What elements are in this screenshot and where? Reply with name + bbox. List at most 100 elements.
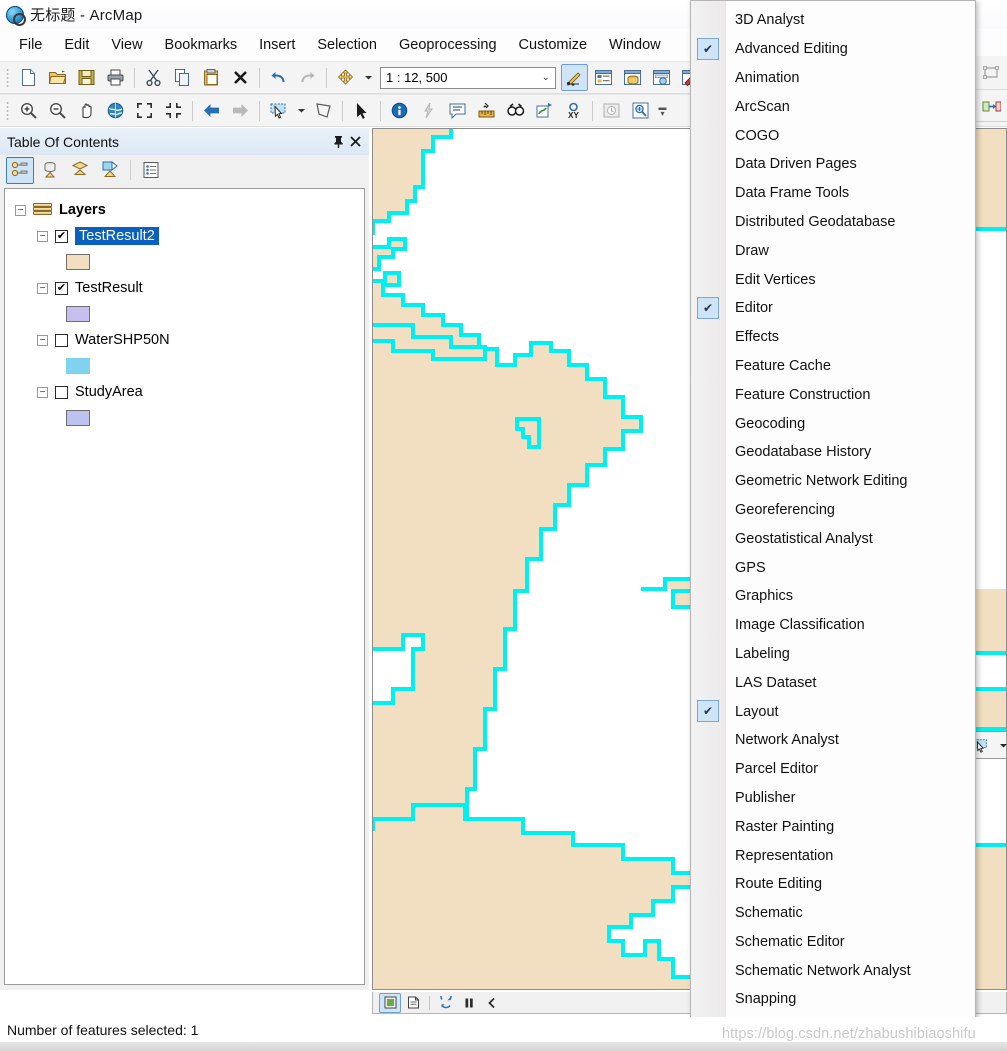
menu-item-route-editing[interactable]: Route Editing xyxy=(691,870,975,899)
layer-row-watershp50n[interactable]: − WaterSHP50N xyxy=(15,327,364,353)
menu-item-data-frame-tools[interactable]: Data Frame Tools xyxy=(691,179,975,208)
redo-icon[interactable] xyxy=(294,64,321,91)
menu-item-parcel-editor[interactable]: Parcel Editor xyxy=(691,755,975,784)
go-next-extent-icon[interactable] xyxy=(227,97,254,124)
menu-item-edit-vertices[interactable]: Edit Vertices xyxy=(691,265,975,294)
layer-name[interactable]: TestResult xyxy=(75,280,143,296)
pin-icon[interactable] xyxy=(330,133,347,150)
go-to-xy-icon[interactable]: XY xyxy=(560,97,587,124)
edit-vertices-icon[interactable] xyxy=(978,60,1005,87)
map-scale-combobox[interactable]: 1 : 12, 500 ⌄ xyxy=(380,66,556,89)
delete-icon[interactable] xyxy=(227,64,254,91)
layer-name[interactable]: StudyArea xyxy=(75,384,143,400)
fixed-zoom-in-icon[interactable] xyxy=(131,97,158,124)
new-map-icon[interactable] xyxy=(15,64,42,91)
menu-item-layout[interactable]: ✔ Layout xyxy=(691,697,975,726)
expander-icon[interactable]: − xyxy=(15,204,26,216)
menu-item-data-driven-pages[interactable]: Data Driven Pages xyxy=(691,150,975,179)
list-by-selection-icon[interactable] xyxy=(96,157,124,184)
search-window-icon[interactable] xyxy=(648,64,675,91)
layer-name[interactable]: TestResult2 xyxy=(75,227,159,245)
menu-bookmarks[interactable]: Bookmarks xyxy=(154,33,249,57)
create-viewer-window-icon[interactable] xyxy=(627,97,654,124)
undo-icon[interactable] xyxy=(265,64,292,91)
cut-icon[interactable] xyxy=(140,64,167,91)
print-icon[interactable] xyxy=(102,64,129,91)
layer-row-testresult2[interactable]: − ✔ TestResult2 xyxy=(15,223,364,249)
list-by-drawing-order-icon[interactable] xyxy=(6,156,34,184)
collapse-panel-icon[interactable] xyxy=(481,993,503,1013)
layer-row-studyarea[interactable]: − StudyArea xyxy=(15,379,364,405)
menu-item-geostatistical-analyst[interactable]: Geostatistical Analyst xyxy=(691,524,975,553)
menu-item-schematic-editor[interactable]: Schematic Editor xyxy=(691,928,975,957)
menu-item-snapping[interactable]: Snapping xyxy=(691,985,975,1014)
layer-row-testresult[interactable]: − ✔ TestResult xyxy=(15,275,364,301)
fixed-zoom-out-icon[interactable] xyxy=(160,97,187,124)
menu-item-representation[interactable]: Representation xyxy=(691,841,975,870)
menu-item-labeling[interactable]: Labeling xyxy=(691,640,975,669)
layer-name[interactable]: WaterSHP50N xyxy=(75,332,170,348)
paste-icon[interactable] xyxy=(198,64,225,91)
select-dropdown-icon[interactable] xyxy=(294,97,308,124)
menu-item-distributed-geodatabase[interactable]: Distributed Geodatabase xyxy=(691,208,975,237)
add-data-dropdown-icon[interactable] xyxy=(361,64,375,91)
menu-item-las-dataset[interactable]: LAS Dataset xyxy=(691,668,975,697)
select-features-icon[interactable] xyxy=(265,97,292,124)
split-feature-icon[interactable] xyxy=(978,93,1005,120)
find-route-icon[interactable] xyxy=(531,97,558,124)
full-extent-icon[interactable] xyxy=(102,97,129,124)
layer-visibility-checkbox[interactable]: ✔ xyxy=(55,281,68,295)
save-icon[interactable] xyxy=(73,64,100,91)
add-data-icon[interactable] xyxy=(332,64,359,91)
menu-item-graphics[interactable]: Graphics xyxy=(691,582,975,611)
list-by-source-icon[interactable] xyxy=(36,157,64,184)
table-of-contents-icon[interactable] xyxy=(590,64,617,91)
expander-icon[interactable]: − xyxy=(37,230,48,242)
select-elements-icon[interactable] xyxy=(348,97,375,124)
menu-item-feature-cache[interactable]: Feature Cache xyxy=(691,352,975,381)
chevron-down-icon[interactable]: ⌄ xyxy=(542,72,553,83)
catalog-icon[interactable] xyxy=(619,64,646,91)
menu-item-advanced-editing[interactable]: ✔ Advanced Editing xyxy=(691,35,975,64)
layer-visibility-checkbox[interactable]: ✔ xyxy=(55,229,68,243)
html-popup-icon[interactable] xyxy=(444,97,471,124)
find-icon[interactable] xyxy=(502,97,529,124)
toolbar-grip[interactable] xyxy=(4,100,11,121)
editor-toolbar-icon[interactable] xyxy=(561,64,588,91)
menu-item-image-classification[interactable]: Image Classification xyxy=(691,611,975,640)
layer-swatch[interactable] xyxy=(66,410,90,426)
hyperlink-icon[interactable] xyxy=(415,97,442,124)
menu-item-editor[interactable]: ✔ Editor xyxy=(691,294,975,323)
menu-item-schematic[interactable]: Schematic xyxy=(691,899,975,928)
menu-item-geocoding[interactable]: Geocoding xyxy=(691,409,975,438)
expander-icon[interactable]: − xyxy=(37,334,48,346)
menu-item-effects[interactable]: Effects xyxy=(691,323,975,352)
menu-item-gps[interactable]: GPS xyxy=(691,553,975,582)
menu-item-feature-construction[interactable]: Feature Construction xyxy=(691,380,975,409)
menu-item-3d-analyst[interactable]: 3D Analyst xyxy=(691,6,975,35)
menu-item-draw[interactable]: Draw xyxy=(691,236,975,265)
data-view-icon[interactable] xyxy=(379,992,401,1013)
time-slider-icon[interactable] xyxy=(598,97,625,124)
zoom-out-icon[interactable] xyxy=(44,97,71,124)
menu-item-animation[interactable]: Animation xyxy=(691,64,975,93)
refresh-view-icon[interactable] xyxy=(435,993,457,1013)
menu-edit[interactable]: Edit xyxy=(53,33,100,57)
layer-swatch[interactable] xyxy=(66,358,90,374)
menu-view[interactable]: View xyxy=(100,33,153,57)
list-by-visibility-icon[interactable] xyxy=(66,157,94,184)
layer-swatch[interactable] xyxy=(66,254,90,270)
identify-icon[interactable] xyxy=(386,97,413,124)
copy-icon[interactable] xyxy=(169,64,196,91)
measure-icon[interactable] xyxy=(473,97,500,124)
layout-view-icon[interactable] xyxy=(402,993,424,1013)
layer-visibility-checkbox[interactable] xyxy=(55,385,68,399)
menu-geoprocessing[interactable]: Geoprocessing xyxy=(388,33,508,57)
select-by-polygon-icon[interactable] xyxy=(310,97,337,124)
menu-item-network-analyst[interactable]: Network Analyst xyxy=(691,726,975,755)
layer-swatch[interactable] xyxy=(66,306,90,322)
options-icon[interactable] xyxy=(137,157,165,184)
toolbars-menu-list[interactable]: 3D Analyst ✔ Advanced Editing Animation … xyxy=(691,6,975,1014)
menu-customize[interactable]: Customize xyxy=(508,33,599,57)
menu-item-geometric-network-editing[interactable]: Geometric Network Editing xyxy=(691,467,975,496)
